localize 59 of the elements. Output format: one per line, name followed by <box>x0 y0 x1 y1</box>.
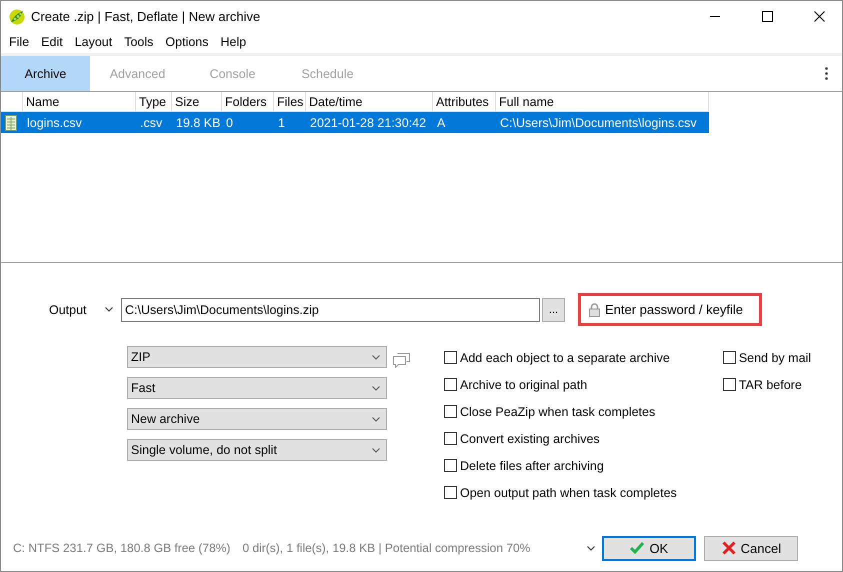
maximize-icon <box>762 11 772 22</box>
checkbox[interactable] <box>722 378 736 391</box>
ok-button[interactable]: OK <box>602 536 696 560</box>
cross-icon <box>722 541 736 555</box>
checkbox[interactable] <box>444 405 457 418</box>
disk-info-text: C: NTFS 231.7 GB, 180.8 GB free (78%) <box>13 541 230 555</box>
checkbox-label: Open output path when task completes <box>460 486 677 500</box>
checkbox-label: Convert existing archives <box>460 432 600 446</box>
tab[interactable]: Archive <box>1 56 90 91</box>
menu-item[interactable]: Layout <box>68 34 118 48</box>
chevron-down-icon <box>372 416 380 422</box>
table-cell: .csv <box>136 112 172 133</box>
chat-icon <box>393 353 410 368</box>
checkbox-label: Add each object to a separate archive <box>460 350 670 364</box>
table-cell: 19.8 KB <box>172 112 222 133</box>
checkbox[interactable] <box>722 351 736 364</box>
close-icon <box>814 11 824 22</box>
checkbox-label: TAR before <box>738 378 802 392</box>
checkbox-label: Delete files after archiving <box>460 458 604 472</box>
checkbox-label: Close PeaZip when task completes <box>460 404 656 418</box>
table-cell: 0 <box>222 112 274 133</box>
checkbox[interactable] <box>444 432 457 445</box>
output-label: Output <box>49 302 88 316</box>
menu-item[interactable]: Tools <box>118 34 160 48</box>
checkbox-label: Archive to original path <box>460 378 588 392</box>
browse-button[interactable]: ... <box>542 298 565 322</box>
dropdown[interactable]: ZIP <box>127 346 387 368</box>
window-title: Create .zip | Fast, Deflate | New archive <box>31 9 260 24</box>
table-cell: A <box>433 112 496 133</box>
lock-icon <box>589 302 600 316</box>
table-cell: 1 <box>274 112 306 133</box>
checkbox-label: Send by mail <box>738 350 812 364</box>
more-icon <box>825 67 828 80</box>
chevron-down-icon <box>105 307 113 312</box>
dropdown[interactable]: Fast <box>127 377 387 399</box>
menu-item[interactable]: File <box>3 34 36 48</box>
chevron-down-icon <box>372 448 380 452</box>
checkbox[interactable] <box>444 378 457 391</box>
spreadsheet-file-icon <box>5 114 17 130</box>
table-cell: C:\Users\Jim\Documents\logins.csv <box>496 112 709 133</box>
menu-item[interactable]: Options <box>159 34 215 48</box>
menu-item[interactable]: Help <box>214 34 252 48</box>
checkbox[interactable] <box>444 486 457 499</box>
menu-item[interactable]: Edit <box>35 34 69 48</box>
app-logo-icon <box>9 8 25 24</box>
selection-summary-text: 0 dir(s), 1 file(s), 19.8 KB | Potential compression 70% <box>242 541 530 555</box>
table-cell: 2021-01-28 21:30:42 <box>306 112 433 133</box>
chevron-down-icon <box>587 546 596 550</box>
dropdown[interactable]: New archive <box>127 408 387 430</box>
output-path-field[interactable]: C:\Users\Jim\Documents\logins.zip <box>121 298 540 322</box>
cancel-button[interactable]: Cancel <box>704 536 798 560</box>
table-cell: logins.csv <box>23 112 136 133</box>
check-icon <box>630 541 644 555</box>
checkbox[interactable] <box>444 459 457 472</box>
dropdown[interactable]: Single volume, do not split <box>127 439 387 461</box>
checkbox[interactable] <box>444 351 457 364</box>
chevron-down-icon <box>372 354 380 360</box>
chevron-down-icon <box>372 386 380 390</box>
password-button[interactable]: Enter password / keyfile <box>578 293 762 326</box>
